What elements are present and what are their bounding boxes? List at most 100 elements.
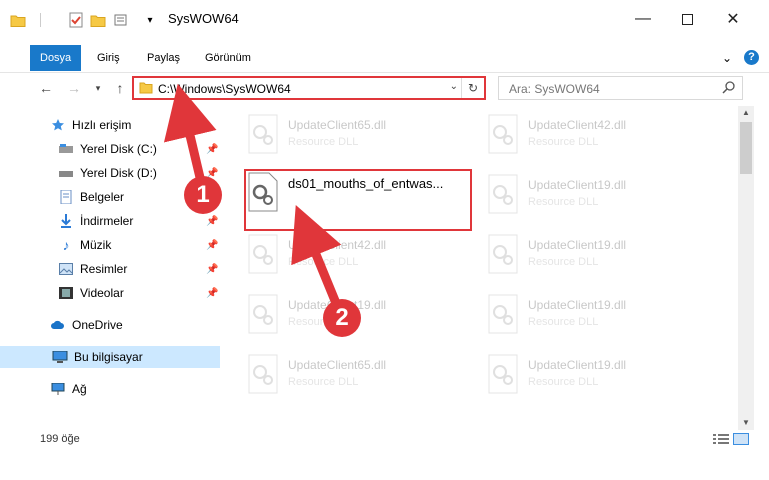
file-type: Resource DLL [288, 376, 359, 388]
file-type: Resource DLL [288, 136, 359, 148]
sidebar-item-downloads[interactable]: İndirmeler [58, 210, 133, 232]
close-button[interactable]: ✕ [710, 0, 756, 38]
dll-file-icon [488, 294, 520, 334]
step-badge-1: 1 [184, 176, 222, 214]
expand-ribbon-icon[interactable]: ⌄ [712, 45, 742, 71]
sidebar-item-network[interactable]: Ağ [50, 378, 87, 400]
pin-icon[interactable]: 📌 [206, 216, 218, 227]
highlight-box [244, 169, 472, 231]
file-item[interactable]: UpdateClient42.dll Resource DLL [488, 114, 708, 164]
window-title: SysWOW64 [168, 11, 239, 26]
file-item[interactable]: UpdateClient19.dll Resource DLL [488, 354, 708, 404]
file-item[interactable]: UpdateClient19.dll Resource DLL [488, 174, 708, 224]
file-item[interactable]: UpdateClient19.dll Resource DLL [488, 234, 708, 284]
sidebar-item-label: Hızlı erişim [72, 118, 132, 132]
film-icon [58, 285, 74, 301]
maximize-button[interactable] [664, 0, 710, 38]
details-view-icon[interactable] [713, 433, 729, 448]
minimize-button[interactable]: — [620, 0, 666, 38]
file-name: UpdateClient42.dll [528, 118, 627, 132]
scroll-up-icon[interactable]: ▲ [738, 106, 754, 120]
ribbon: Dosya Giriş Paylaş Görünüm ⌄ ? [0, 44, 769, 73]
sidebar-item-label: Belgeler [80, 190, 125, 204]
pin-icon[interactable]: 📌 [206, 264, 218, 275]
recent-locations-dropdown[interactable]: ▾ [88, 78, 108, 98]
dll-file-icon [248, 114, 280, 154]
forward-button[interactable]: → [64, 78, 84, 98]
up-button[interactable]: ↑ [110, 78, 130, 98]
file-name: UpdateClient19.dll [528, 298, 627, 312]
tab-home[interactable]: Giriş [87, 45, 130, 71]
properties-icon[interactable] [66, 10, 86, 30]
chevron-down-icon[interactable]: ⌄ [450, 81, 458, 92]
large-icons-view-icon[interactable] [733, 433, 749, 448]
tab-file[interactable]: Dosya [30, 45, 82, 71]
sidebar-item-quick-access[interactable]: Hızlı erişim [50, 114, 131, 136]
search-placeholder[interactable]: Ara: SysWOW64 [509, 82, 600, 96]
help-icon[interactable]: ? [744, 50, 759, 65]
sidebar-item-label: OneDrive [72, 318, 123, 332]
sidebar-item-documents[interactable]: Belgeler [58, 186, 124, 208]
network-icon [50, 381, 66, 397]
vertical-scrollbar[interactable]: ▲ ▼ [738, 106, 754, 430]
item-count: 199 öğe [40, 433, 80, 445]
file-type: Resource DLL [528, 196, 599, 208]
search-box[interactable]: Ara: SysWOW64 [498, 76, 743, 100]
quick-access-dropdown-icon[interactable]: ▾ [140, 10, 160, 30]
search-icon[interactable] [722, 80, 736, 97]
sidebar-item-this-pc[interactable]: Bu bilgisayar [0, 346, 220, 368]
drive-icon [58, 165, 74, 181]
file-item[interactable]: UpdateClient42.dll Resource DLL [248, 234, 468, 284]
scrollbar-thumb[interactable] [740, 122, 752, 174]
folder-icon [8, 10, 28, 30]
scroll-down-icon[interactable]: ▼ [738, 416, 754, 430]
sidebar-item-local-disk-d[interactable]: Yerel Disk (D:) [58, 162, 157, 184]
sidebar-item-label: Videolar [80, 286, 124, 300]
customize-toolbar-icon[interactable] [112, 10, 132, 30]
cloud-icon [50, 317, 66, 333]
sidebar-item-pictures[interactable]: Resimler [58, 258, 127, 280]
address-path[interactable]: C:\Windows\SysWOW64 [158, 82, 291, 96]
star-icon [50, 117, 66, 133]
title-bar: ▾ SysWOW64 — ✕ [0, 0, 769, 38]
navigation-pane: Hızlı erişim Yerel Disk (C:) 📌 Yerel Dis… [0, 110, 225, 420]
new-folder-icon[interactable] [88, 10, 108, 30]
file-item[interactable]: UpdateClient19.dll Resource DLL [488, 294, 708, 344]
dll-file-icon [488, 174, 520, 214]
back-button[interactable]: ← [36, 78, 56, 98]
dll-file-icon [248, 294, 280, 334]
document-icon [58, 189, 74, 205]
address-bar[interactable]: C:\Windows\SysWOW64 ⌄ ↻ [132, 76, 486, 100]
dll-file-icon [488, 234, 520, 274]
separator [36, 10, 44, 30]
sidebar-item-videos[interactable]: Videolar [58, 282, 124, 304]
file-type: Resource DLL [528, 316, 599, 328]
sidebar-item-music[interactable]: ♪ Müzik [58, 234, 112, 256]
sidebar-item-label: Yerel Disk (C:) [80, 142, 157, 156]
sidebar-item-onedrive[interactable]: OneDrive [50, 314, 123, 336]
drive-icon [58, 141, 74, 157]
step-badge-2: 2 [323, 299, 361, 337]
status-bar: 199 öğe [0, 430, 769, 452]
file-type: Resource DLL [528, 136, 599, 148]
dll-file-icon [488, 354, 520, 394]
file-type: Resource DLL [528, 376, 599, 388]
refresh-button[interactable]: ↻ [461, 78, 484, 98]
music-icon: ♪ [62, 237, 70, 253]
pin-icon[interactable]: 📌 [206, 288, 218, 299]
pin-icon[interactable]: 📌 [206, 144, 218, 155]
sidebar-item-label: Bu bilgisayar [74, 350, 143, 364]
file-name: UpdateClient65.dll [288, 118, 387, 132]
file-name: UpdateClient19.dll [528, 238, 627, 252]
dll-file-icon [248, 234, 280, 274]
tab-view[interactable]: Görünüm [195, 45, 261, 71]
tab-share[interactable]: Paylaş [137, 45, 190, 71]
file-type: Resource DLL [288, 256, 359, 268]
file-item[interactable]: UpdateClient65.dll Resource DLL [248, 354, 468, 404]
pin-icon[interactable]: 📌 [206, 240, 218, 251]
sidebar-item-label: Müzik [80, 238, 112, 252]
file-type: Resource DLL [528, 256, 599, 268]
file-list: UpdateClient65.dll Resource DLL ds01_mou… [228, 110, 738, 420]
file-item[interactable]: UpdateClient65.dll Resource DLL [248, 114, 468, 164]
sidebar-item-local-disk-c[interactable]: Yerel Disk (C:) [58, 138, 157, 160]
